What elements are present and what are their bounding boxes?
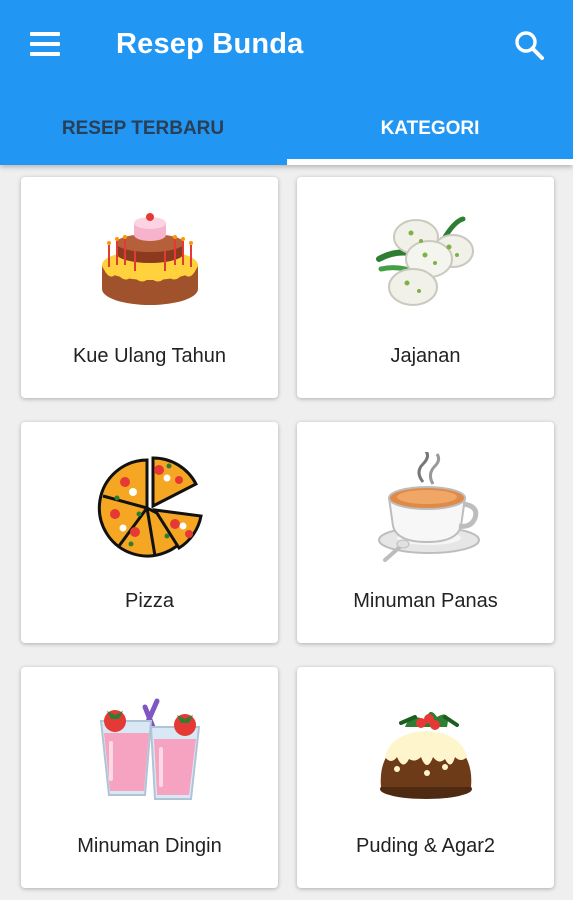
hot-drink-icon	[378, 452, 480, 562]
category-label: Kue Ulang Tahun	[72, 345, 227, 367]
app-bar: Resep Bunda RESEP TERBARU KATEGORI	[0, 0, 573, 165]
category-card-pizza[interactable]: Pizza	[21, 422, 278, 643]
category-label: Pizza	[125, 590, 174, 612]
category-card-minuman-dingin[interactable]: Minuman Dingin	[21, 667, 278, 888]
category-label: Jajanan	[390, 345, 461, 367]
tab-kategori[interactable]: KATEGORI	[287, 92, 573, 165]
snack-icon	[376, 216, 474, 306]
tab-bar: RESEP TERBARU KATEGORI	[0, 92, 573, 165]
tab-resep-terbaru[interactable]: RESEP TERBARU	[0, 92, 286, 165]
category-label: Minuman Panas	[353, 590, 498, 612]
category-card-puding-agar[interactable]: Puding & Agar2	[297, 667, 554, 888]
category-label: Minuman Dingin	[77, 835, 222, 857]
category-label: Puding & Agar2	[356, 835, 495, 857]
toolbar: Resep Bunda	[0, 0, 573, 92]
search-button[interactable]	[510, 26, 550, 66]
tab-selected-indicator	[287, 159, 573, 165]
category-card-minuman-panas[interactable]: Minuman Panas	[297, 422, 554, 643]
pudding-icon	[380, 711, 472, 799]
app-title: Resep Bunda	[116, 28, 304, 60]
pizza-icon	[97, 456, 203, 558]
cold-drink-icon	[99, 698, 201, 800]
birthday-cake-icon	[102, 213, 198, 305]
category-card-kue-ulang-tahun[interactable]: Kue Ulang Tahun	[21, 177, 278, 398]
category-card-jajanan[interactable]: Jajanan	[297, 177, 554, 398]
search-icon	[515, 31, 544, 60]
menu-button[interactable]	[24, 26, 66, 64]
